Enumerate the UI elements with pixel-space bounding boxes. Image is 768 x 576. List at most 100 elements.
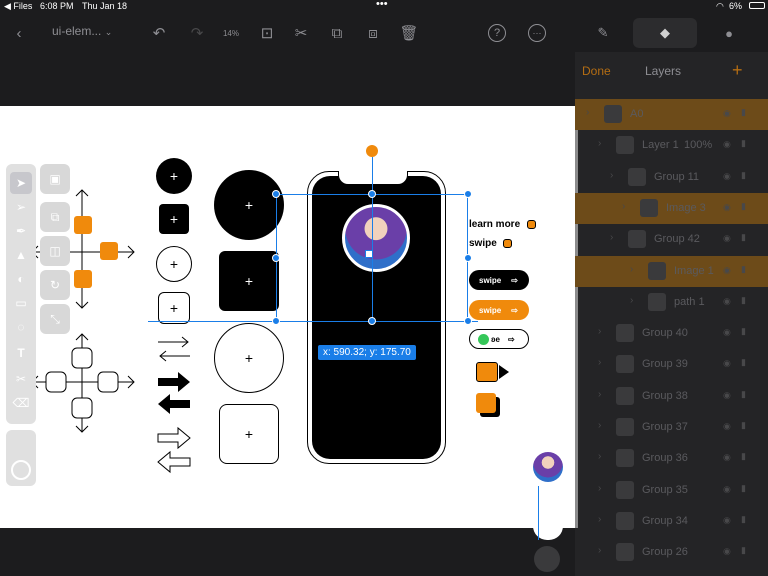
back-chevron-icon[interactable]: ‹: [8, 22, 30, 44]
disclosure-chevron-icon[interactable]: ›: [598, 514, 601, 525]
scissors-tool-icon[interactable]: ✂: [10, 368, 32, 390]
scissors-icon[interactable]: ✂: [290, 22, 312, 44]
visibility-eye-icon[interactable]: ◉: [723, 265, 731, 276]
rotate-icon[interactable]: ↻: [40, 270, 70, 300]
visibility-eye-icon[interactable]: ◉: [723, 233, 731, 244]
lock-icon[interactable]: ▮: [741, 483, 746, 494]
multitasking-dots-icon[interactable]: •••: [376, 0, 388, 10]
visibility-eye-icon[interactable]: ◉: [723, 296, 731, 307]
more-options-icon[interactable]: ···: [528, 24, 546, 42]
disclosure-chevron-icon[interactable]: ›: [598, 483, 601, 494]
disclosure-chevron-icon[interactable]: ›: [586, 107, 589, 118]
visibility-eye-icon[interactable]: ◉: [723, 108, 731, 119]
lock-icon[interactable]: ▮: [741, 295, 746, 306]
floating-avatar-panel[interactable]: [533, 452, 563, 540]
document-title[interactable]: ui-elem... ⌄: [52, 24, 112, 38]
history-button[interactable]: 14%: [220, 22, 242, 44]
resize-handle-bottom-left[interactable]: [272, 317, 280, 325]
resize-handle-bottom-right[interactable]: [464, 317, 472, 325]
duplicate-icon[interactable]: ⧉: [40, 202, 70, 232]
visibility-eye-icon[interactable]: ◉: [723, 358, 731, 369]
visibility-eye-icon[interactable]: ◉: [723, 171, 731, 182]
layer-row[interactable]: › Group 39 ◉ ▮: [575, 349, 768, 380]
rotate-handle[interactable]: [366, 145, 378, 157]
phone-mockup[interactable]: [307, 171, 446, 464]
layer-row[interactable]: › Group 40 ◉ ▮: [575, 318, 768, 349]
select-arrow-icon[interactable]: ➤: [10, 172, 32, 194]
visibility-eye-icon[interactable]: ◉: [723, 452, 731, 463]
lock-icon[interactable]: ▮: [741, 138, 746, 149]
disclosure-chevron-icon[interactable]: ›: [598, 545, 601, 556]
lock-icon[interactable]: ▮: [741, 170, 746, 181]
layer-row[interactable]: › Group 42 ◉ ▮: [575, 224, 768, 255]
settings-tab-icon[interactable]: ●: [709, 18, 749, 48]
layer-row[interactable]: › Group 37 ◉ ▮: [575, 412, 768, 443]
lock-icon[interactable]: ▮: [741, 420, 746, 431]
add-layer-button[interactable]: +: [732, 60, 743, 81]
layer-row[interactable]: › Group 35 ◉ ▮: [575, 475, 768, 506]
visibility-eye-icon[interactable]: ◉: [723, 327, 731, 338]
lock-icon[interactable]: ▮: [741, 389, 746, 400]
crop-icon[interactable]: ⊡: [256, 22, 278, 44]
clipboard-icon[interactable]: ▣: [40, 164, 70, 194]
resize-handle-left[interactable]: [272, 254, 280, 262]
visibility-eye-icon[interactable]: ◉: [723, 139, 731, 150]
layer-row[interactable]: › Image 3 ◉ ▮: [575, 192, 768, 224]
lock-icon[interactable]: ▮: [741, 326, 746, 337]
visibility-eye-icon[interactable]: ◉: [723, 515, 731, 526]
lasso-tool-icon[interactable]: ◌: [10, 316, 32, 338]
disclosure-chevron-icon[interactable]: ›: [598, 326, 601, 337]
layer-row[interactable]: › Group 34 ◉ ▮: [575, 506, 768, 537]
disclosure-chevron-icon[interactable]: ›: [630, 264, 633, 275]
layer-row[interactable]: › Group 11 ◉ ▮: [575, 162, 768, 193]
disclosure-chevron-icon[interactable]: ›: [598, 357, 601, 368]
rectangle-tool-icon[interactable]: ▭: [10, 292, 32, 314]
stroke-color-icon[interactable]: [11, 460, 31, 480]
resize-handle-right[interactable]: [464, 254, 472, 262]
lock-icon[interactable]: ▮: [741, 201, 746, 212]
lock-icon[interactable]: ▮: [741, 545, 746, 556]
lock-icon[interactable]: ▮: [741, 514, 746, 525]
brush-tool-icon[interactable]: ▲: [10, 244, 32, 266]
resize-handle-bottom[interactable]: [368, 317, 376, 325]
undo-icon[interactable]: ↶: [148, 22, 170, 44]
disclosure-chevron-icon[interactable]: ›: [610, 232, 613, 243]
resize-handle-top[interactable]: [368, 190, 376, 198]
brush-tab-icon[interactable]: ✎: [583, 18, 623, 48]
redo-icon[interactable]: ↷: [186, 22, 208, 44]
paste-icon[interactable]: ⧈: [362, 22, 384, 44]
diagonal-icon[interactable]: ⤡: [40, 304, 70, 334]
color-well[interactable]: [6, 430, 36, 486]
visibility-eye-icon[interactable]: ◉: [723, 421, 731, 432]
lock-icon[interactable]: ▮: [741, 357, 746, 368]
lock-icon[interactable]: ▮: [741, 232, 746, 243]
eraser-tool-icon[interactable]: ⌫: [10, 392, 32, 414]
layer-row[interactable]: › Layer 1 100% ◉ ▮: [575, 130, 768, 161]
resize-handle-top-left[interactable]: [272, 190, 280, 198]
disclosure-chevron-icon[interactable]: ›: [598, 451, 601, 462]
disclosure-chevron-icon[interactable]: ›: [598, 389, 601, 400]
lock-icon[interactable]: ▮: [741, 107, 746, 118]
disclosure-chevron-icon[interactable]: ›: [622, 201, 625, 212]
layer-row[interactable]: › A0 ◉ ▮: [575, 99, 768, 130]
layer-row[interactable]: › Image 1 ◉ ▮: [575, 255, 768, 287]
visibility-eye-icon[interactable]: ◉: [723, 484, 731, 495]
layers-tab-icon[interactable]: ◆: [633, 18, 697, 48]
center-anchor[interactable]: [365, 250, 373, 258]
back-to-files-link[interactable]: ◀ Files: [4, 1, 32, 12]
direct-select-icon[interactable]: ➢: [10, 196, 32, 218]
resize-handle-top-right[interactable]: [464, 190, 472, 198]
lock-icon[interactable]: ▮: [741, 451, 746, 462]
visibility-eye-icon[interactable]: ◉: [723, 390, 731, 401]
disclosure-chevron-icon[interactable]: ›: [598, 138, 601, 149]
group-icon[interactable]: ◫: [40, 236, 70, 266]
visibility-eye-icon[interactable]: ◉: [723, 546, 731, 557]
layer-row[interactable]: › Group 38 ◉ ▮: [575, 381, 768, 412]
layer-row[interactable]: › Group 26 ◉ ▮: [575, 537, 768, 568]
lock-icon[interactable]: ▮: [741, 264, 746, 275]
disclosure-chevron-icon[interactable]: ›: [598, 420, 601, 431]
help-icon[interactable]: ?: [488, 24, 506, 42]
disclosure-chevron-icon[interactable]: ›: [610, 170, 613, 181]
copy-icon[interactable]: ⧉: [326, 22, 348, 44]
pen-tool-icon[interactable]: ✒: [10, 220, 32, 242]
